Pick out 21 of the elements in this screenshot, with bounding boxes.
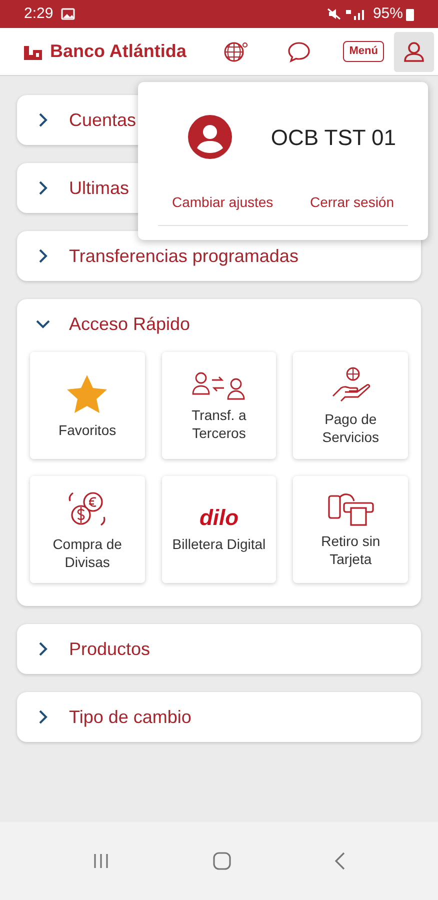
tile-label: Divisas xyxy=(64,552,110,570)
section-title: Cuentas xyxy=(69,108,136,132)
section-title: Ultimas xyxy=(69,176,130,200)
tile-label: Billetera Digital xyxy=(172,534,266,552)
tile-label: Tarjeta xyxy=(330,550,372,568)
user-name: OCB TST 01 xyxy=(270,124,396,152)
tile-label: Transf. a xyxy=(192,406,246,424)
section-title: Acceso Rápido xyxy=(69,312,190,336)
status-time: 2:29 xyxy=(24,4,54,24)
dilo-logo: dilo xyxy=(199,506,239,528)
tile-label: Retiro sin xyxy=(321,532,380,550)
tile-label: Compra de xyxy=(52,534,122,552)
tile-label: Servicios xyxy=(322,428,380,446)
section-title: Transferencias programadas xyxy=(69,244,298,268)
tile-label: Pago de xyxy=(324,410,377,428)
section-title: Productos xyxy=(69,638,150,660)
tile-label: Terceros xyxy=(192,424,246,442)
battery-level: 95% xyxy=(372,4,403,24)
section-title: Tipo de cambio xyxy=(69,706,192,729)
brand-name: Banco Atlántida xyxy=(50,40,186,63)
tile-label: Favoritos xyxy=(58,420,116,438)
